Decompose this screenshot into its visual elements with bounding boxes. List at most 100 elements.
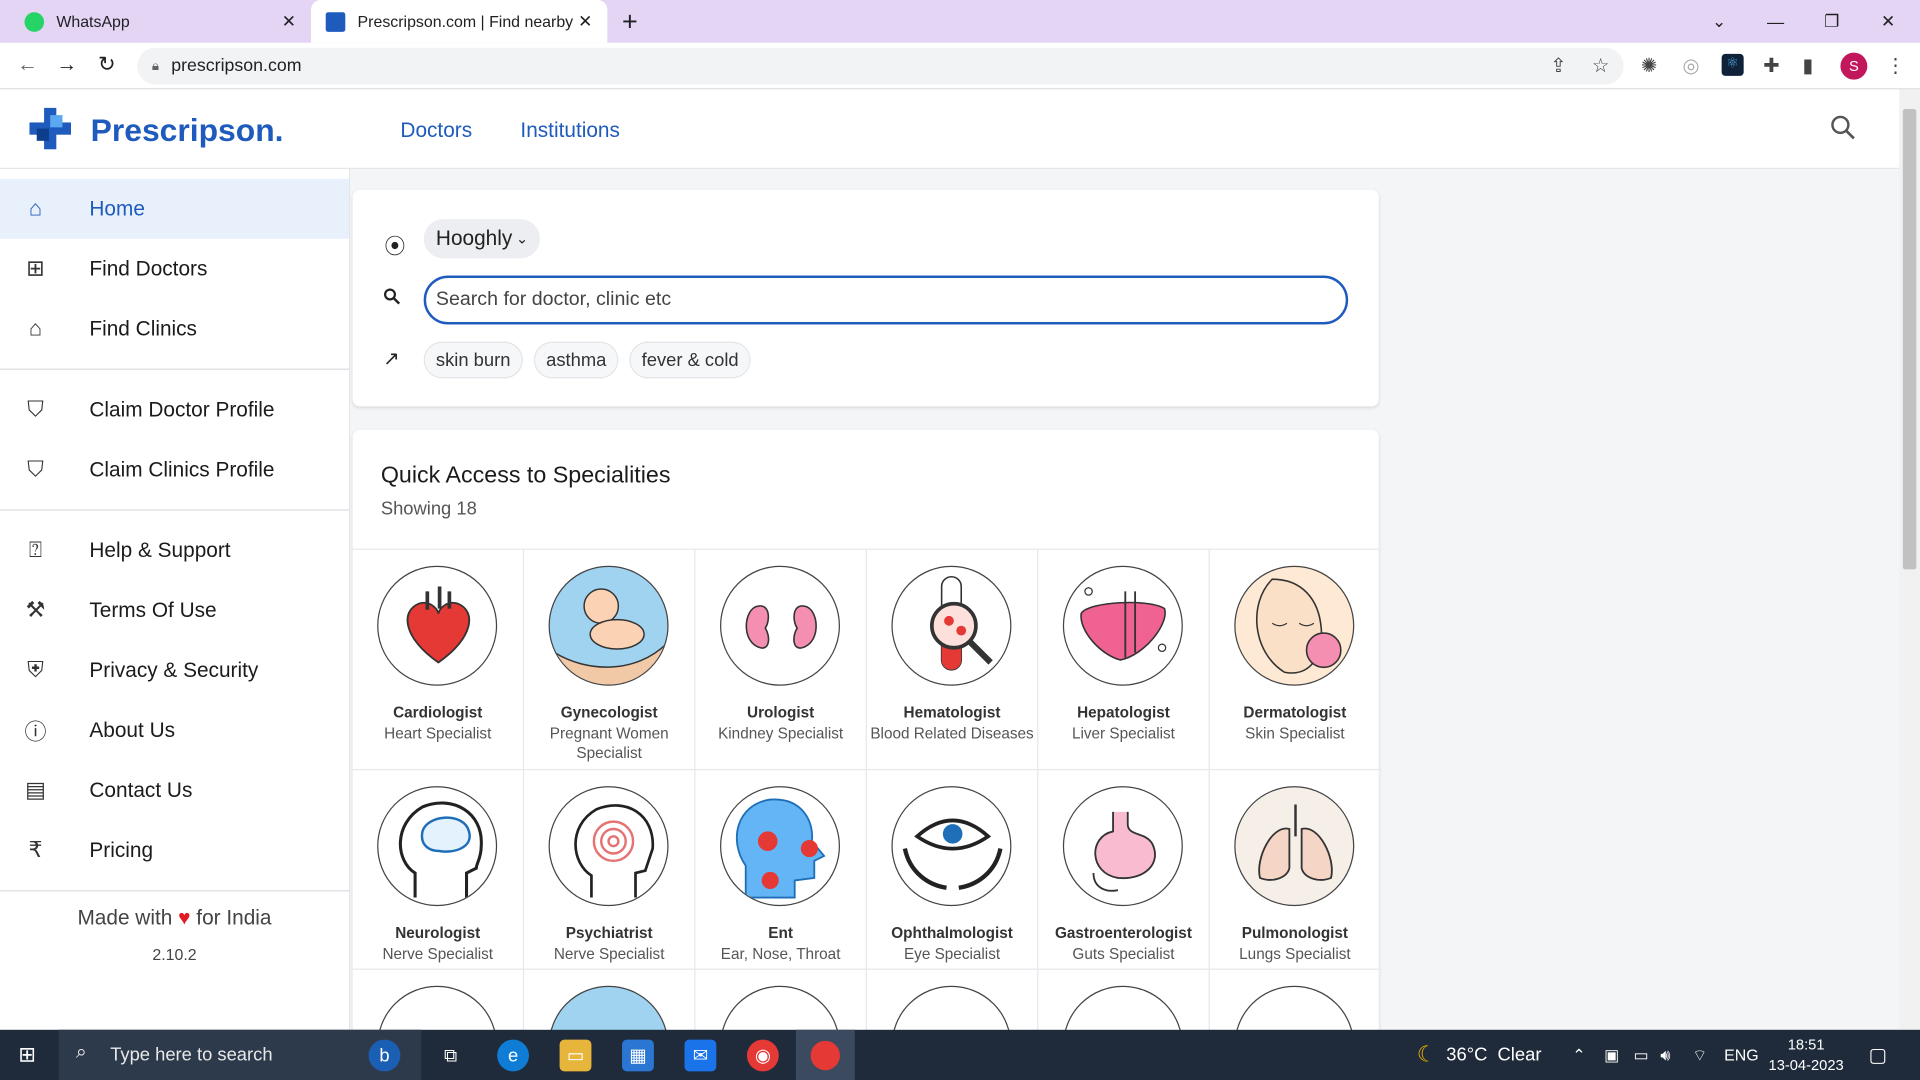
speciality-card-gastroenterologist[interactable]: Gastroenterologist Guts Specialist [1038,770,1210,970]
tab-prescripson[interactable]: Prescripson.com | Find nearby do ✕ [311,0,608,43]
address-bar[interactable]: 🔒︎ prescripson.com [137,47,1624,85]
menu-dots-icon[interactable]: ⋮ [1886,54,1906,78]
speciality-card-neurologist[interactable]: Neurologist Nerve Specialist [352,770,525,970]
profile-badge-icon: ⛉ [27,456,44,482]
forward-icon[interactable]: → [56,53,77,77]
network-meet-icon[interactable]: ▣ [1604,1030,1619,1080]
sidebar-item-home[interactable]: ⌂ Home [0,178,349,239]
reload-icon[interactable]: ↻ [98,53,115,77]
sidebar-item-find-clinics[interactable]: ⌂ Find Clinics [0,299,349,359]
tab-whatsapp[interactable]: WhatsApp ✕ [10,0,311,43]
sidebar-item-claim-doctor-profile[interactable]: ⛉ Claim Doctor Profile [0,380,349,440]
ear-nose-throat-icon [720,786,841,907]
speciality-card-hematologist[interactable]: Hematologist Blood Related Diseases [866,549,1039,771]
chrome-icon[interactable]: ◉ [746,1039,779,1072]
react-devtools-icon[interactable]: ⚛ [1721,53,1744,76]
tray-chevron-icon[interactable]: ⌃ [1572,1030,1585,1080]
speciality-card-gynecologist[interactable]: Gynecologist Pregnant Women Specialist [524,549,696,771]
close-tab-icon[interactable]: ✕ [573,11,597,32]
clinic-icon: ⌂ [28,315,43,341]
task-view-icon[interactable]: ⧉ [435,1040,467,1072]
whatsapp-icon [24,11,45,32]
speciality-card-ent[interactable]: Ent Ear, Nose, Throat [695,770,867,970]
speciality-name: Gynecologist [560,704,658,722]
bookmark-star-icon[interactable]: ☆ [1592,54,1610,78]
mail-icon[interactable]: ✉ [684,1039,717,1072]
browser-toolbar: ← → ↻ 🔒︎ prescripson.com ⇪ ☆ ✺ ◎ ⚛ ✚ ▮ ⋮ [0,42,1920,90]
sidebar-item-pricing[interactable]: ₹ Pricing [0,820,349,880]
speciality-card-ophthalmologist[interactable]: Ophthalmologist Eye Specialist [866,770,1039,970]
city-selector[interactable]: Hooghly ⌄ [423,219,541,259]
clock-date: 13-04-2023 [1768,1056,1844,1074]
heart-icon [377,565,498,686]
weather-widget[interactable]: ☾ 36°C Clear [1417,1030,1542,1080]
screen: WhatsApp ✕ Prescripson.com | Find nearby… [0,0,1920,1080]
location-pin-icon: ⦿ [384,235,406,259]
prescripson-favicon-icon [325,11,346,32]
trending-chip[interactable]: skin burn [423,341,523,379]
speciality-description: Liver Specialist [1071,724,1175,743]
profile-avatar[interactable]: S [1840,52,1868,80]
clock[interactable]: 18:51 13-04-2023 [1763,1035,1849,1077]
chrome-active-icon[interactable] [795,1029,855,1080]
page-scrollbar[interactable] [1899,89,1920,1030]
volume-icon[interactable]: 🔊︎ [1660,1030,1670,1080]
battery-icon[interactable]: ▭ [1633,1030,1648,1080]
tab-search-chevron-icon[interactable]: ⌄ [1691,0,1747,43]
speciality-card-pulmonologist[interactable]: Pulmonologist Lungs Specialist [1209,770,1382,970]
search-icon [384,288,401,305]
speciality-card-psychiatrist[interactable]: Psychiatrist Nerve Specialist [524,770,696,970]
made-with-prefix: Made with [77,906,173,930]
side-panel-icon[interactable]: ▮ [1802,54,1813,78]
restore-icon[interactable]: ❐ [1804,0,1860,43]
browser-tab-strip: WhatsApp ✕ Prescripson.com | Find nearby… [0,0,1920,43]
close-window-icon[interactable]: ✕ [1860,0,1916,43]
taskbar-search[interactable]: ⌕ Type here to search [58,1029,422,1080]
sidebar-item-about-us[interactable]: ⓘ About Us [0,700,349,760]
extension-bug-icon[interactable]: ✺ [1641,54,1657,78]
speciality-card-cardiologist[interactable]: Cardiologist Heart Specialist [352,549,525,771]
close-tab-icon[interactable]: ✕ [277,11,301,32]
sidebar-item-claim-clinics-profile[interactable]: ⛉ Claim Clinics Profile [0,440,349,500]
speciality-name: Neurologist [395,924,481,942]
sidebar-item-find-doctors[interactable]: ⊞ Find Doctors [0,239,349,299]
sidebar-item-privacy-security[interactable]: ⛨ Privacy & Security [0,640,349,700]
search-input[interactable] [423,275,1349,325]
sidebar-item-label: Home [89,196,145,220]
scrollbar-thumb[interactable] [1902,108,1917,570]
sidebar-item-label: About Us [89,718,176,742]
extensions-puzzle-icon[interactable]: ✚ [1763,54,1779,78]
windows-start-icon[interactable]: ⊞ [18,1043,35,1067]
sidebar-item-label: Pricing [89,838,154,862]
eye-hands-icon [891,786,1012,907]
wifi-icon[interactable]: ⌔ [1692,1030,1707,1080]
sidebar-divider [0,509,349,511]
extension-circle-icon[interactable]: ◎ [1682,54,1699,78]
speciality-name: Ophthalmologist [891,924,1013,942]
bing-icon[interactable]: b [368,1039,401,1072]
speciality-card-hepatologist[interactable]: Hepatologist Liver Specialist [1038,549,1210,771]
header-search-icon[interactable] [1829,114,1856,141]
sidebar-item-help-support[interactable]: ⍰ Help & Support [0,520,349,580]
speciality-card-urologist[interactable]: Urologist Kindney Specialist [695,549,867,771]
speciality-card-dermatologist[interactable]: Dermatologist Skin Specialist [1209,550,1382,771]
back-icon[interactable]: ← [17,53,38,77]
edge-icon[interactable]: e [497,1039,529,1072]
language-indicator[interactable]: ENG [1724,1030,1758,1080]
sidebar-item-terms-of-use[interactable]: ⚒ Terms Of Use [0,580,349,640]
trending-chip[interactable]: fever & cold [629,341,751,379]
nav-doctors[interactable]: Doctors [400,119,472,143]
minimize-icon[interactable]: — [1747,0,1803,43]
nav-institutions[interactable]: Institutions [520,119,620,143]
new-tab-icon[interactable]: + [622,6,638,38]
sidebar-item-contact-us[interactable]: ▤ Contact Us [0,760,349,820]
notifications-icon[interactable]: ▢ [1869,1030,1888,1080]
brand-name[interactable]: Prescripson. [91,111,284,149]
speciality-description: Nerve Specialist [382,945,494,963]
share-icon[interactable]: ⇪ [1550,54,1566,78]
prescripson-logo-icon[interactable] [29,107,72,150]
baby-in-hand-icon [548,565,669,686]
trending-chip[interactable]: asthma [533,341,619,379]
file-explorer-icon[interactable]: ▭ [559,1039,592,1072]
microsoft-store-icon[interactable]: ▦ [622,1039,654,1072]
